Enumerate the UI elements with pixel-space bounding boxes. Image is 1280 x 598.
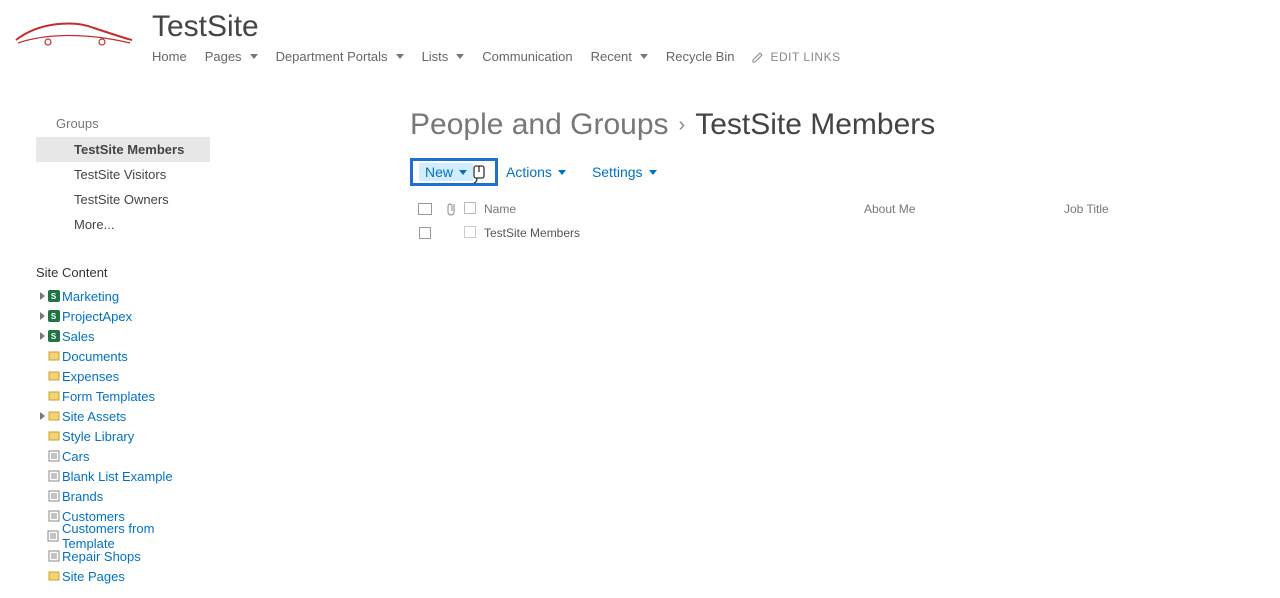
expand-icon[interactable] (40, 412, 45, 420)
library-icon (47, 350, 60, 363)
caret-down-icon (396, 54, 404, 59)
library-icon (47, 430, 60, 443)
caret-down-icon (640, 54, 648, 59)
tree-item[interactable]: Site Assets (40, 406, 210, 426)
site-content-header: Site Content (36, 265, 210, 280)
page-toolbar: New Actions Settings (410, 158, 1280, 186)
column-header-about[interactable]: About Me (864, 202, 1064, 216)
cursor-icon (471, 164, 489, 184)
column-header-name[interactable]: Name (484, 202, 864, 216)
library-icon (47, 410, 60, 423)
site-content-tree: SMarketing SProjectApex SSales Documents… (36, 286, 210, 586)
group-item-owners[interactable]: TestSite Owners (36, 187, 210, 212)
tree-item[interactable]: Form Templates (40, 386, 210, 406)
tree-item[interactable]: Cars (40, 446, 210, 466)
group-item-visitors[interactable]: TestSite Visitors (36, 162, 210, 187)
tree-item[interactable]: Style Library (40, 426, 210, 446)
list-icon (47, 450, 60, 463)
tree-item[interactable]: Blank List Example (40, 466, 210, 486)
actions-menu[interactable]: Actions (498, 161, 574, 183)
members-grid: Name About Me Job Title TestSite Members (410, 198, 1280, 246)
page-title: TestSite Members (695, 108, 935, 142)
list-icon (47, 530, 60, 543)
caret-down-icon (459, 170, 467, 175)
attachment-column-icon (440, 202, 464, 216)
column-header-job[interactable]: Job Title (1064, 202, 1264, 216)
subsite-icon: S (47, 310, 60, 323)
nav-pages[interactable]: Pages (205, 49, 258, 64)
caret-down-icon (250, 54, 258, 59)
tree-item[interactable]: Expenses (40, 366, 210, 386)
nav-communication[interactable]: Communication (482, 49, 572, 64)
site-title[interactable]: TestSite (152, 10, 841, 43)
row-name-link[interactable]: TestSite Members (484, 226, 580, 240)
nav-lists[interactable]: Lists (422, 49, 465, 64)
caret-down-icon (558, 170, 566, 175)
tree-item[interactable]: Site Pages (40, 566, 210, 586)
nav-department-portals[interactable]: Department Portals (276, 49, 404, 64)
group-item-members[interactable]: TestSite Members (36, 137, 210, 162)
expand-icon[interactable] (40, 332, 45, 340)
tree-item[interactable]: SMarketing (40, 286, 210, 306)
library-icon (47, 570, 60, 583)
caret-down-icon (649, 170, 657, 175)
group-item-more[interactable]: More... (36, 212, 210, 237)
row-checkbox[interactable] (419, 227, 431, 239)
groups-header: Groups (56, 116, 210, 131)
nav-home[interactable]: Home (152, 49, 187, 64)
list-icon (47, 470, 60, 483)
edit-links-button[interactable]: EDIT LINKS (752, 50, 840, 64)
subsite-icon: S (47, 290, 60, 303)
breadcrumb-separator-icon: › (679, 114, 686, 137)
select-all-checkbox[interactable] (418, 203, 432, 215)
main-content: People and Groups › TestSite Members New (210, 112, 1280, 246)
list-icon (47, 550, 60, 563)
table-row[interactable]: TestSite Members (410, 220, 1280, 246)
grid-header: Name About Me Job Title (410, 198, 1280, 220)
settings-menu[interactable]: Settings (584, 161, 665, 183)
new-menu[interactable]: New (419, 163, 473, 181)
new-menu-highlight: New (410, 158, 498, 186)
breadcrumb-root[interactable]: People and Groups (410, 108, 669, 142)
tree-item[interactable]: SProjectApex (40, 306, 210, 326)
expand-icon[interactable] (40, 312, 45, 320)
nav-recent[interactable]: Recent (591, 49, 648, 64)
pencil-icon (752, 51, 764, 63)
site-logo[interactable] (14, 10, 134, 54)
tree-item[interactable]: Brands (40, 486, 210, 506)
caret-down-icon (456, 54, 464, 59)
presence-icon (464, 226, 476, 238)
subsite-icon: S (47, 330, 60, 343)
list-icon (47, 510, 60, 523)
tree-item[interactable]: Documents (40, 346, 210, 366)
left-nav: Groups TestSite Members TestSite Visitor… (0, 112, 210, 586)
nav-recycle-bin[interactable]: Recycle Bin (666, 49, 735, 64)
list-icon (47, 490, 60, 503)
expand-icon[interactable] (40, 292, 45, 300)
library-icon (47, 370, 60, 383)
tree-item[interactable]: Customers from Template (40, 526, 210, 546)
presence-header-icon (464, 202, 476, 214)
top-nav: Home Pages Department Portals Lists Comm… (152, 49, 841, 64)
library-icon (47, 390, 60, 403)
tree-item[interactable]: SSales (40, 326, 210, 346)
